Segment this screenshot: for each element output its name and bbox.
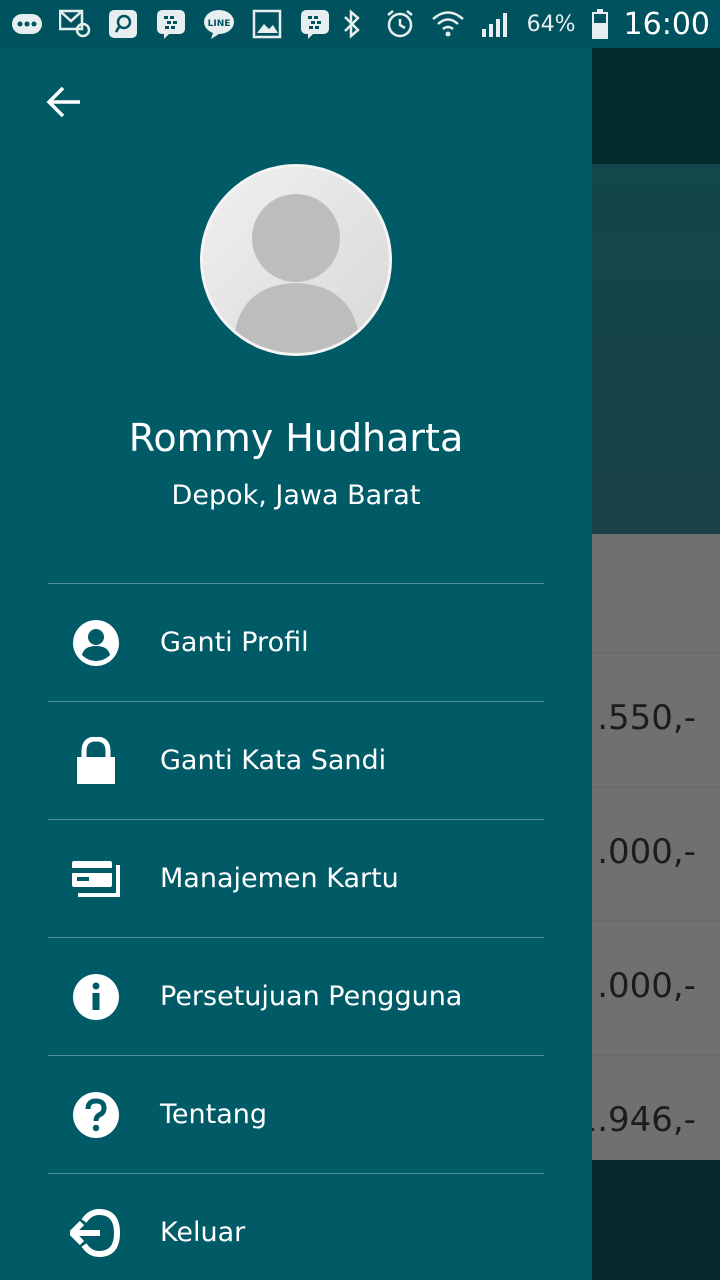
list-item[interactable]: .000,- <box>592 786 720 920</box>
menu-item-label: Manajemen Kartu <box>160 863 399 894</box>
menu-item-ganti-kata-sandi[interactable]: Ganti Kata Sandi <box>48 701 544 819</box>
menu-item-tentang[interactable]: Tentang <box>48 1055 544 1173</box>
account-icon <box>48 584 144 702</box>
amount-text: .550,- <box>597 698 696 738</box>
svg-text:LINE: LINE <box>208 19 231 29</box>
menu-item-ganti-profil[interactable]: Ganti Profil <box>48 583 544 701</box>
email-icon <box>58 9 92 39</box>
amount-text: 1.946,- <box>592 1100 696 1140</box>
battery-icon <box>590 9 610 39</box>
background-list: .550,- .000,- .000,- 1.946,- <box>592 534 720 1160</box>
avatar[interactable] <box>200 164 392 356</box>
user-name: Rommy Hudharta <box>128 416 464 460</box>
menu-item-label: Ganti Profil <box>160 627 309 658</box>
line-icon: LINE <box>202 9 236 39</box>
menu-item-label: Persetujuan Pengguna <box>160 981 463 1012</box>
menu-item-label: Ganti Kata Sandi <box>160 745 387 776</box>
bbm-icon <box>154 9 188 39</box>
arrow-left-icon <box>46 86 80 118</box>
menu-item-manajemen-kartu[interactable]: Manajemen Kartu <box>48 819 544 937</box>
status-bar: LINE 64% 16:00 <box>0 0 720 48</box>
user-location: Depok, Jawa Barat <box>171 480 421 511</box>
bbm-icon <box>298 9 332 39</box>
back-button[interactable] <box>34 72 94 132</box>
list-item[interactable]: .550,- <box>592 652 720 786</box>
background-footer <box>592 1160 720 1280</box>
logout-icon <box>48 1174 144 1280</box>
menu-item-persetujuan-pengguna[interactable]: Persetujuan Pengguna <box>48 937 544 1055</box>
battery-percent: 64% <box>526 11 576 37</box>
alarm-icon <box>383 9 417 39</box>
gallery-icon <box>250 9 284 39</box>
clock: 16:00 <box>623 6 710 42</box>
lock-icon <box>48 702 144 820</box>
background-header <box>592 48 720 164</box>
amount-text: .000,- <box>597 966 696 1006</box>
menu-item-label: Keluar <box>160 1217 246 1248</box>
background-screen[interactable]: .550,- .000,- .000,- 1.946,- <box>592 48 720 1280</box>
help-icon <box>48 1056 144 1174</box>
bluetooth-icon <box>335 9 369 39</box>
drawer-menu: Ganti Profil Ganti Kata Sandi Manajemen … <box>48 583 544 1280</box>
search-app-icon <box>106 9 140 39</box>
menu-item-keluar[interactable]: Keluar <box>48 1173 544 1280</box>
info-icon <box>48 938 144 1056</box>
amount-text: .000,- <box>597 832 696 872</box>
navigation-drawer: Rommy Hudharta Depok, Jawa Barat Ganti P… <box>0 48 592 1280</box>
message-icon <box>10 9 44 39</box>
cards-icon <box>48 820 144 938</box>
wifi-icon <box>431 9 465 39</box>
background-hero <box>592 164 720 534</box>
signal-icon <box>479 9 513 39</box>
default-avatar-icon <box>203 167 389 353</box>
list-item[interactable]: .000,- <box>592 920 720 1054</box>
menu-item-label: Tentang <box>160 1099 268 1130</box>
